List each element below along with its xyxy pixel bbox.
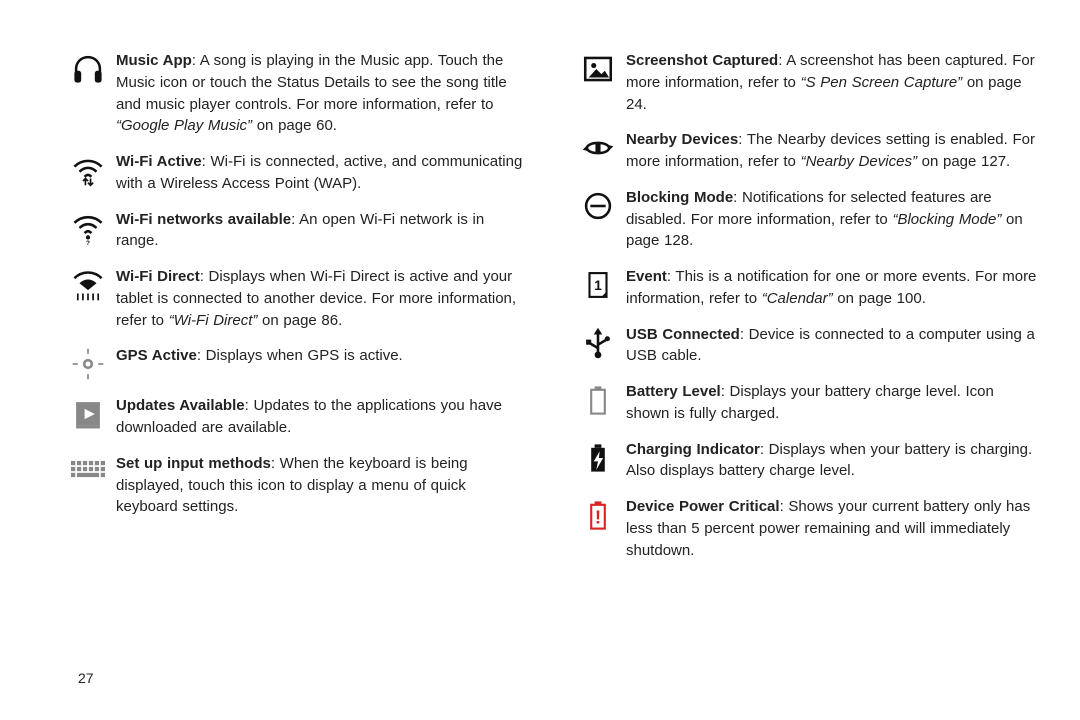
entry-text: Wi-Fi Direct: Displays when Wi-Fi Direct… — [116, 266, 530, 331]
entry-text: Wi-Fi Active: Wi-Fi is connected, active… — [116, 151, 530, 195]
gps-icon — [60, 345, 116, 381]
entry: USB Connected: Device is connected to a … — [570, 324, 1040, 368]
entry-bold: USB Connected — [626, 326, 740, 343]
wifi-direct-icon — [60, 266, 116, 331]
entry-plain: : Displays when GPS is active. — [197, 347, 403, 364]
svg-text:?: ? — [86, 240, 90, 245]
critical-icon: ! — [570, 496, 626, 561]
entry-ref: “S Pen Screen Capture” — [801, 74, 963, 91]
entry-text: Event: This is a notification for one or… — [626, 266, 1040, 310]
entry-bold: Wi-Fi Active — [116, 153, 202, 170]
entry-text: Blocking Mode: Notifications for selecte… — [626, 187, 1040, 252]
entry-bold: Nearby Devices — [626, 131, 738, 148]
entry-text: Screenshot Captured: A screenshot has be… — [626, 50, 1040, 115]
entry-ref: “Wi-Fi Direct” — [169, 312, 258, 329]
entry: 1 Event: This is a notification for one o… — [570, 266, 1040, 310]
entry-text: Wi-Fi networks available: An open Wi-Fi … — [116, 209, 530, 253]
entry: Music App: A song is playing in the Musi… — [60, 50, 530, 137]
page-number: 27 — [78, 670, 94, 686]
entry-bold: Event — [626, 268, 667, 285]
headphones-icon — [60, 50, 116, 137]
entry-bold: Wi-Fi networks available — [116, 211, 291, 228]
entry-bold: Screenshot Captured — [626, 52, 778, 69]
charging-icon — [570, 439, 626, 483]
entry-bold: Charging Indicator — [626, 441, 760, 458]
entry-bold: Updates Available — [116, 397, 245, 414]
entry-bold: Music App — [116, 52, 192, 69]
entry: Wi-Fi Active: Wi-Fi is connected, active… — [60, 151, 530, 195]
svg-text:!: ! — [595, 507, 601, 528]
blocking-icon — [570, 187, 626, 252]
entry: GPS Active: Displays when GPS is active. — [60, 345, 530, 381]
entry: Blocking Mode: Notifications for selecte… — [570, 187, 1040, 252]
usb-icon — [570, 324, 626, 368]
entry: Charging Indicator: Displays when your b… — [570, 439, 1040, 483]
entry: Screenshot Captured: A screenshot has be… — [570, 50, 1040, 115]
entry-ref: “Calendar” — [762, 290, 833, 307]
entry: Wi-Fi Direct: Displays when Wi-Fi Direct… — [60, 266, 530, 331]
entry-tail: on page 86. — [257, 312, 342, 329]
left-column: Music App: A song is playing in the Musi… — [60, 50, 530, 700]
entry-bold: GPS Active — [116, 347, 197, 364]
entry: Updates Available: Updates to the applic… — [60, 395, 530, 439]
keyboard-icon — [60, 453, 116, 518]
entry-text: GPS Active: Displays when GPS is active. — [116, 345, 530, 381]
entry-text: Music App: A song is playing in the Musi… — [116, 50, 530, 137]
wifi-active-icon — [60, 151, 116, 195]
svg-text:1: 1 — [594, 278, 602, 293]
entry: Set up input methods: When the keyboard … — [60, 453, 530, 518]
entry: ! Device Power Critical: Shows your curre… — [570, 496, 1040, 561]
battery-icon — [570, 381, 626, 425]
entry-text: Updates Available: Updates to the applic… — [116, 395, 530, 439]
wifi-avail-icon: ? — [60, 209, 116, 253]
entry-tail: on page 100. — [833, 290, 926, 307]
entry-ref: “Blocking Mode” — [892, 211, 1001, 228]
entry-bold: Wi-Fi Direct — [116, 268, 200, 285]
right-column: Screenshot Captured: A screenshot has be… — [570, 50, 1040, 700]
entry-text: Battery Level: Displays your battery cha… — [626, 381, 1040, 425]
entry-ref: “Nearby Devices” — [801, 153, 917, 170]
updates-icon — [60, 395, 116, 439]
entry-text: Set up input methods: When the keyboard … — [116, 453, 530, 518]
entry-text: Charging Indicator: Displays when your b… — [626, 439, 1040, 483]
entry-tail: on page 127. — [917, 153, 1010, 170]
entry: Nearby Devices: The Nearby devices setti… — [570, 129, 1040, 173]
entry-bold: Battery Level — [626, 383, 721, 400]
entry-bold: Device Power Critical — [626, 498, 780, 515]
screenshot-icon — [570, 50, 626, 115]
entry-bold: Blocking Mode — [626, 189, 733, 206]
entry-text: Nearby Devices: The Nearby devices setti… — [626, 129, 1040, 173]
entry-tail: on page 60. — [252, 117, 337, 134]
entry-text: USB Connected: Device is connected to a … — [626, 324, 1040, 368]
nearby-icon — [570, 129, 626, 173]
event-icon: 1 — [570, 266, 626, 310]
entry: ? Wi-Fi networks available: An open Wi-Fi… — [60, 209, 530, 253]
entry-text: Device Power Critical: Shows your curren… — [626, 496, 1040, 561]
manual-page: Music App: A song is playing in the Musi… — [0, 0, 1080, 720]
entry-ref: “Google Play Music” — [116, 117, 252, 134]
entry-bold: Set up input methods — [116, 455, 271, 472]
entry: Battery Level: Displays your battery cha… — [570, 381, 1040, 425]
